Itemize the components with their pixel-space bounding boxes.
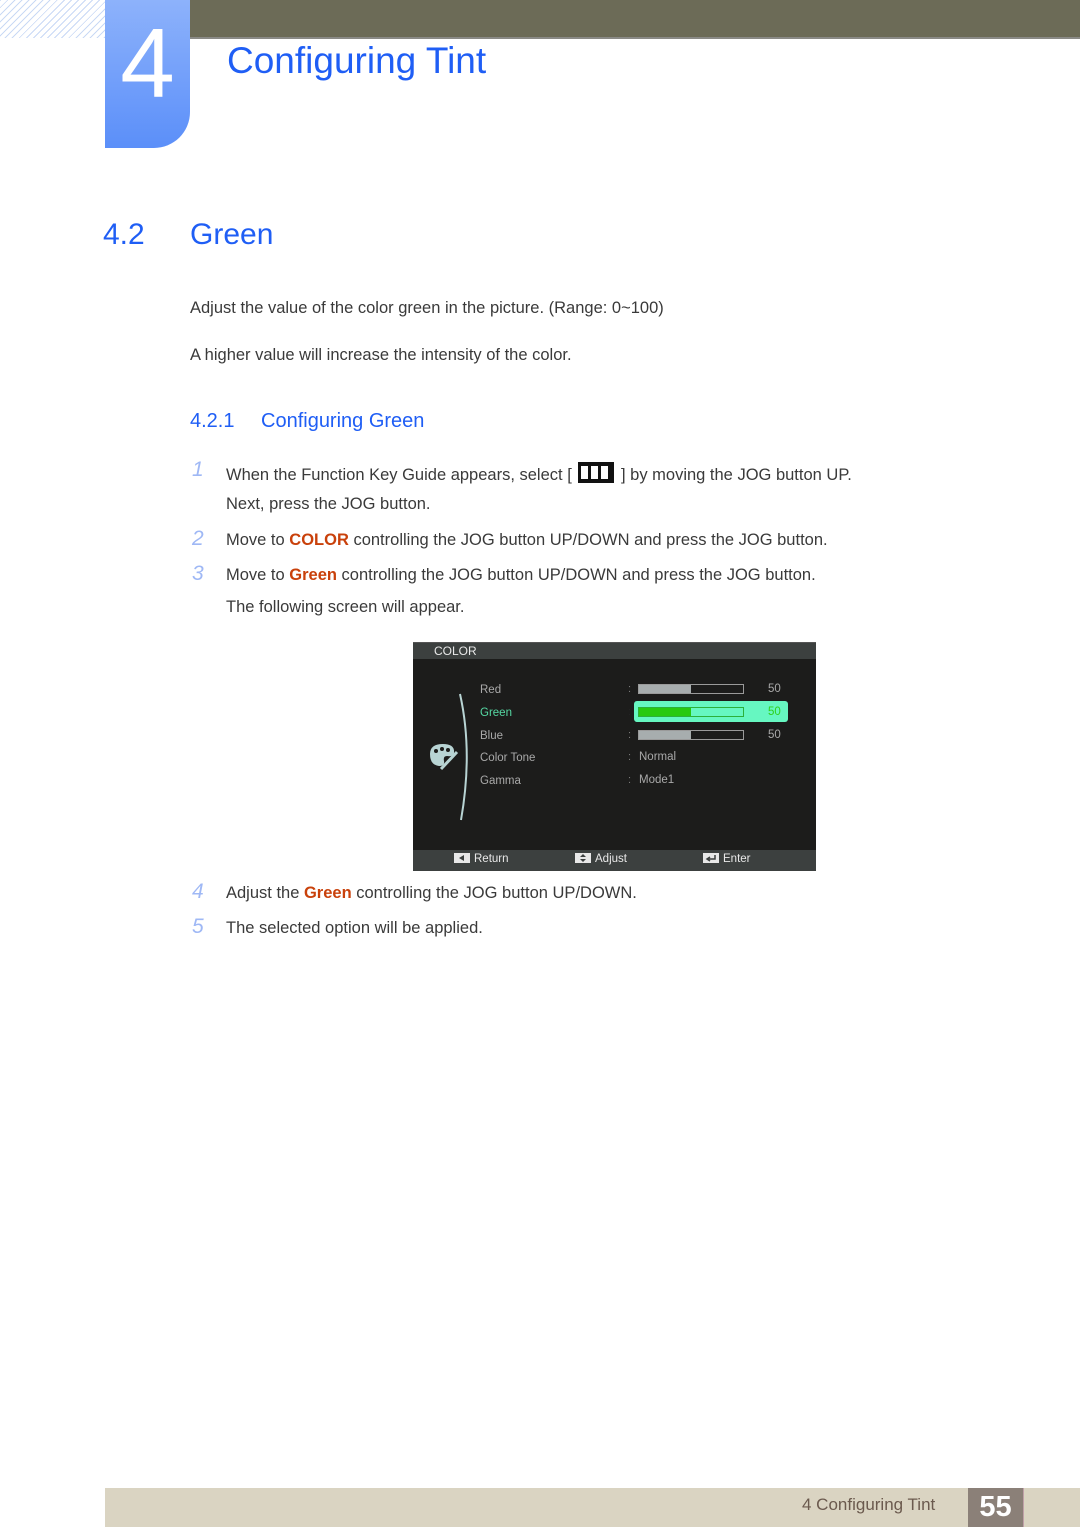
header-band [190,0,1080,39]
osd-return-button[interactable]: Return [454,853,509,865]
step-text: When the Function Key Guide appears, sel… [226,462,852,485]
step-text-part: Move to [226,566,290,584]
step-text-part: Move to [226,531,290,549]
step-text-part: controlling the JOG button UP/DOWN. [351,884,637,902]
step-number: 3 [192,562,204,585]
step-text-part: ] by moving the JOG button UP. [620,466,852,484]
paragraph: Adjust the value of the color green in t… [190,299,664,317]
step-text: The selected option will be applied. [226,919,483,937]
step-text-part: controlling the JOG button UP/DOWN and p… [348,531,828,549]
osd-color-menu: COLOR Red : 50 Green : 50 Blue : 50 Colo… [413,642,816,871]
step-text: Move to Green controlling the JOG button… [226,566,816,585]
step-text-part: When the Function Key Guide appears, sel… [226,466,572,484]
menu-key-icon [578,462,615,483]
osd-footer-label: Adjust [595,853,627,865]
osd-colon: : [628,683,632,695]
footer-chapter-ref: 4 Configuring Tint [802,1495,936,1514]
paragraph: A higher value will increase the intensi… [190,346,572,364]
color-tone-value: Normal [639,751,677,763]
osd-item-blue[interactable]: Blue [480,730,503,742]
section-title: Green [190,218,274,251]
osd-item-gamma[interactable]: Gamma [480,775,521,787]
highlight-term: Green [289,566,337,584]
osd-colon: : [628,751,632,763]
osd-title: COLOR [434,644,477,658]
red-slider[interactable] [638,684,744,694]
up-down-icon [575,853,591,863]
left-arrow-icon [454,853,470,863]
section-number: 4.2 [103,218,145,251]
osd-item-green[interactable]: Green [480,707,512,719]
osd-colon: : [628,706,632,718]
step-number: 1 [192,458,204,481]
osd-header: COLOR [413,642,816,659]
osd-adjust-button[interactable]: Adjust [575,853,627,865]
slider-fill [639,685,691,693]
chapter-number-badge: 4 [105,0,190,148]
step-number: 4 [192,880,204,903]
osd-footer-label: Enter [723,853,751,865]
highlight-term: Green [303,884,352,902]
chapter-title: Configuring Tint [227,40,487,81]
green-value: 50 [768,706,781,718]
enter-icon [703,853,719,863]
subsection-number: 4.2.1 [190,410,235,432]
osd-enter-button[interactable]: Enter [703,853,751,865]
step-number: 2 [192,527,204,550]
highlight-term: COLOR [289,531,349,549]
slider-fill [639,731,691,739]
step-text-part: Adjust the [226,884,304,902]
blue-value: 50 [768,729,781,741]
decorative-hatch [0,0,105,38]
red-value: 50 [768,683,781,695]
chapter-number: 4 [120,8,175,118]
gamma-value: Mode1 [639,774,675,786]
osd-footer: Return Adjust Enter [413,850,816,871]
subsection-title: Configuring Green [261,410,425,432]
osd-item-color-tone[interactable]: Color Tone [480,752,535,764]
osd-colon: : [628,774,632,786]
osd-footer-label: Return [474,853,509,865]
step-text-part: controlling the JOG button UP/DOWN and p… [336,566,816,584]
palette-icon [430,744,459,771]
step-text: Adjust the Green controlling the JOG but… [226,884,637,903]
step-number: 5 [192,915,204,938]
page-number: 55 [968,1488,1024,1527]
osd-item-red[interactable]: Red [480,684,501,696]
step-text: Move to COLOR controlling the JOG button… [226,531,828,550]
blue-slider[interactable] [638,730,744,740]
osd-colon: : [628,729,632,741]
step-text-line2: The following screen will appear. [226,598,465,616]
green-slider[interactable] [638,707,744,717]
step-text-line2: Next, press the JOG button. [226,495,431,513]
slider-fill [639,708,691,716]
